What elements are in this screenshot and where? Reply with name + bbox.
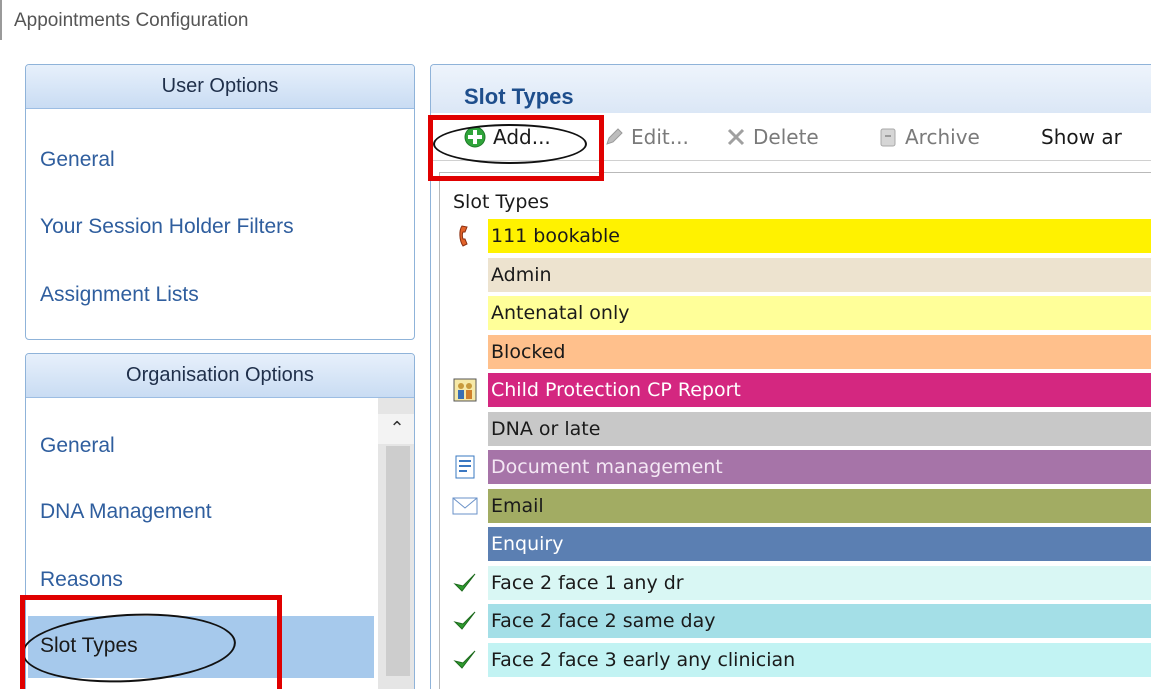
user-options-header: User Options bbox=[26, 65, 414, 109]
edit-button-label: Edit... bbox=[631, 125, 689, 149]
assignment-lists-link[interactable]: Assignment Lists bbox=[40, 283, 199, 307]
archive-button[interactable]: Archive bbox=[877, 125, 980, 149]
scrollbar-thumb[interactable] bbox=[386, 446, 410, 676]
checkmark-icon bbox=[452, 647, 478, 673]
show-archived-label: Show ar bbox=[1041, 125, 1122, 149]
pencil-icon bbox=[606, 128, 623, 145]
user-options-panel: User Options General Your Session Holder… bbox=[25, 64, 415, 340]
dna-management-link[interactable]: DNA Management bbox=[40, 500, 212, 524]
scroll-up-icon[interactable]: ⌃ bbox=[378, 414, 414, 444]
slot-type-row[interactable]: Face 2 face 1 any dr bbox=[488, 565, 1151, 600]
archive-icon bbox=[880, 128, 896, 147]
archive-button-label: Archive bbox=[905, 125, 980, 149]
slot-type-row[interactable]: Child Protection CP Report bbox=[488, 373, 1151, 407]
family-icon bbox=[452, 377, 478, 403]
edit-button[interactable]: Edit... bbox=[603, 125, 689, 149]
slot-types-list: Slot Types 111 bookable Admin Antenatal on… bbox=[439, 172, 1151, 689]
slot-type-row[interactable]: 111 bookable bbox=[488, 219, 1151, 253]
slot-types-title: Slot Types bbox=[431, 65, 1151, 113]
org-general-link[interactable]: General bbox=[40, 434, 115, 458]
window-title: Appointments Configuration bbox=[14, 10, 249, 31]
slot-type-row[interactable]: Blocked bbox=[488, 334, 1151, 369]
list-caption: Slot Types bbox=[453, 191, 549, 213]
show-archived-toggle[interactable]: Show ar bbox=[1041, 125, 1122, 149]
slot-type-row[interactable]: Antenatal only bbox=[488, 296, 1151, 330]
user-options-general-link[interactable]: General bbox=[40, 148, 115, 172]
slot-type-row[interactable]: Admin bbox=[488, 257, 1151, 292]
red-highlight-box-add bbox=[428, 115, 604, 181]
phone-icon bbox=[452, 223, 478, 249]
slot-type-row[interactable]: Email bbox=[488, 488, 1151, 523]
envelope-icon bbox=[452, 493, 478, 519]
window-left-edge bbox=[0, 0, 2, 40]
organisation-options-header: Organisation Options bbox=[26, 354, 414, 398]
reasons-link[interactable]: Reasons bbox=[40, 568, 123, 592]
slot-type-row[interactable]: Document management bbox=[488, 450, 1151, 484]
session-holder-filters-link[interactable]: Your Session Holder Filters bbox=[40, 215, 294, 239]
checkmark-icon bbox=[452, 608, 478, 634]
slot-type-row[interactable]: Face 2 face 2 same day bbox=[488, 604, 1151, 638]
slot-type-row[interactable]: Enquiry bbox=[488, 527, 1151, 561]
delete-button-label: Delete bbox=[753, 125, 819, 149]
document-icon bbox=[452, 454, 478, 480]
slot-type-row[interactable]: DNA or late bbox=[488, 411, 1151, 446]
red-highlight-box-slot-types bbox=[20, 595, 282, 689]
checkmark-icon bbox=[452, 570, 478, 596]
slot-type-row[interactable]: Face 2 face 3 early any clinician bbox=[488, 642, 1151, 677]
delete-button[interactable]: Delete bbox=[725, 125, 819, 149]
delete-icon bbox=[727, 128, 745, 146]
